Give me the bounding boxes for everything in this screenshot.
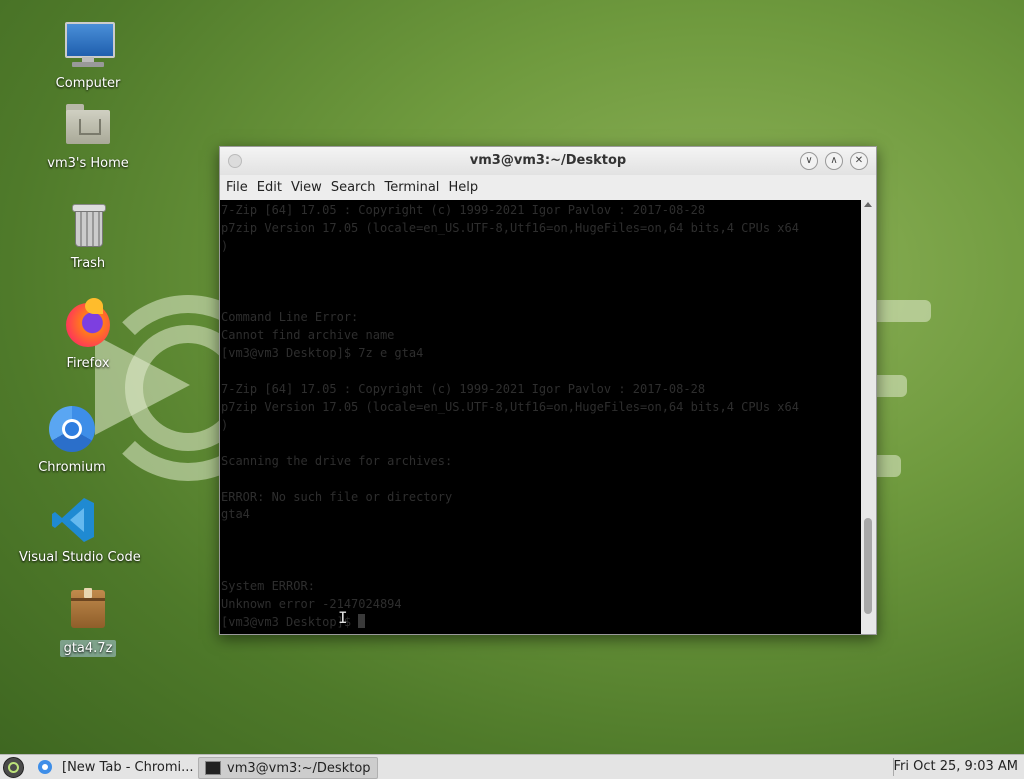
terminal-line: Unknown error -2147024894 (221, 596, 402, 611)
terminal-line: 7-Zip [64] 17.05 : Copyright (c) 1999-20… (221, 203, 706, 217)
menu-logo-icon[interactable] (3, 757, 24, 778)
desktop-icon-vscode[interactable]: Visual Studio Code (19, 494, 141, 565)
window-titlebar[interactable]: vm3@vm3:~/Desktop ∨ ∧ ✕ (220, 147, 876, 175)
taskbar: [New Tab - Chromi... vm3@vm3:~/Desktop F… (0, 754, 1024, 779)
desktop-icon-home[interactable]: vm3's Home (33, 100, 143, 171)
terminal-text: 7-Zip [64] 17.05 : Copyright (c) 1999-20… (220, 200, 861, 632)
desktop-icon-label: gta4.7z (59, 640, 117, 657)
desktop-icon-label: Computer (55, 76, 121, 91)
taskbar-clock[interactable]: Fri Oct 25, 9:03 AM (894, 759, 1018, 774)
terminal-line: System ERROR: (221, 579, 315, 594)
desktop-icon-gta4-archive[interactable]: gta4.7z (33, 584, 143, 657)
taskbar-item-chromium[interactable]: [New Tab - Chromi... (56, 757, 200, 777)
computer-icon (62, 20, 115, 72)
window-title: vm3@vm3:~/Desktop (469, 153, 627, 168)
menu-terminal[interactable]: Terminal (382, 180, 446, 195)
desktop-icon-trash[interactable]: Trash (33, 200, 143, 271)
desktop-icon-chromium[interactable]: Chromium (17, 404, 127, 475)
terminal-line: Command Line Error: (221, 310, 359, 325)
menu-help[interactable]: Help (446, 180, 485, 195)
taskbar-item-label: [New Tab - Chromi... (62, 759, 194, 775)
archive-icon (62, 584, 114, 636)
menu-view[interactable]: View (289, 180, 329, 195)
desktop-icon-label: Trash (70, 256, 106, 271)
menu-edit[interactable]: Edit (255, 180, 289, 195)
desktop-icon-firefox[interactable]: Firefox (33, 298, 143, 371)
terminal-line: 7-Zip [64] 17.05 : Copyright (c) 1999-20… (221, 382, 706, 397)
taskbar-item-terminal[interactable]: vm3@vm3:~/Desktop (198, 757, 378, 779)
terminal-line: ) (221, 417, 229, 432)
desktop-icon-computer[interactable]: Computer (33, 20, 143, 91)
terminal-line: gta4 (221, 507, 250, 522)
desktop-icon-label: Firefox (66, 356, 110, 371)
terminal-line: p7zip Version 17.05 (locale=en_US.UTF-8,… (221, 399, 799, 414)
terminal-icon (205, 761, 221, 775)
terminal-line: ) (221, 238, 229, 253)
terminal-window[interactable]: vm3@vm3:~/Desktop ∨ ∧ ✕ File Edit View S… (219, 146, 877, 635)
menu-search[interactable]: Search (329, 180, 383, 195)
firefox-icon (62, 298, 114, 352)
menu-file[interactable]: File (224, 180, 255, 195)
terminal-line: Scanning the drive for archives: (221, 453, 453, 468)
scroll-up-icon[interactable] (864, 202, 872, 207)
minimize-button[interactable]: ∨ (800, 152, 818, 170)
scrollbar-thumb[interactable] (864, 518, 872, 614)
terminal-line: [vm3@vm3 Desktop]$ 7z e gta4 (221, 346, 424, 361)
desktop-icon-label: vm3's Home (47, 156, 129, 171)
home-folder-icon (62, 100, 114, 152)
chromium-icon (46, 404, 98, 456)
desktop-icon-label: Chromium (38, 460, 106, 475)
maximize-button[interactable]: ∧ (825, 152, 843, 170)
terminal-line: Cannot find archive name (221, 328, 395, 343)
terminal-line: p7zip Version 17.05 (locale=en_US.UTF-8,… (221, 220, 799, 235)
close-button[interactable]: ✕ (850, 152, 868, 170)
menubar: File Edit View Search Terminal Help (220, 175, 876, 199)
terminal-cursor (358, 613, 366, 628)
chromium-launcher-icon[interactable] (38, 760, 52, 774)
terminal-scrollbar[interactable] (861, 200, 876, 634)
trash-icon (62, 200, 114, 252)
vscode-icon (48, 494, 100, 546)
terminal-line: ERROR: No such file or directory (221, 489, 453, 504)
desktop-icon-label: Visual Studio Code (19, 550, 141, 565)
taskbar-item-label: vm3@vm3:~/Desktop (227, 760, 371, 776)
text-cursor-icon: I (338, 608, 348, 627)
terminal-output[interactable]: 7-Zip [64] 17.05 : Copyright (c) 1999-20… (220, 200, 861, 634)
